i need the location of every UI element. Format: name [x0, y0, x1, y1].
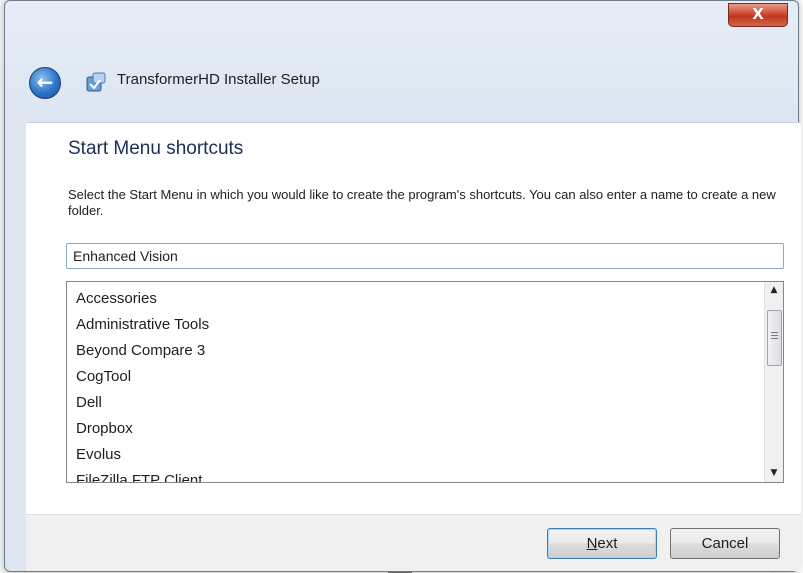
- list-item[interactable]: Beyond Compare 3: [67, 338, 757, 364]
- list-item[interactable]: CogTool: [67, 364, 757, 390]
- cancel-button-label: Cancel: [701, 535, 749, 552]
- scroll-thumb[interactable]: [767, 310, 782, 366]
- thumb-grip: [771, 338, 778, 339]
- start-menu-folder-list[interactable]: Accessories Administrative Tools Beyond Co…: [66, 281, 784, 483]
- back-button[interactable]: ←: [29, 67, 61, 99]
- thumb-grip: [771, 332, 778, 333]
- instructions-text: Select the Start Menu in which you would…: [68, 187, 776, 218]
- window-title: TransformerHD Installer Setup: [117, 71, 320, 88]
- content-panel: Start Menu shortcuts Select the Start Me…: [26, 122, 801, 514]
- back-arrow-icon: ←: [36, 70, 54, 94]
- scroll-down-arrow-icon[interactable]: ▼: [765, 465, 783, 482]
- next-button-accelerator: N: [586, 535, 598, 552]
- next-button-label: Next: [587, 535, 618, 552]
- page-title: Start Menu shortcuts: [68, 138, 244, 159]
- folder-list-scrollbar[interactable]: ▲ ▼: [764, 282, 783, 482]
- list-item[interactable]: Dell: [67, 390, 757, 416]
- list-item[interactable]: Accessories: [67, 286, 757, 312]
- close-button[interactable]: X: [728, 3, 788, 27]
- next-button-label-rest: ext: [597, 535, 618, 552]
- list-item[interactable]: Dropbox: [67, 416, 757, 442]
- list-item[interactable]: Administrative Tools: [67, 312, 757, 338]
- installer-app-icon: [86, 72, 106, 92]
- thumb-grip: [771, 335, 778, 336]
- installer-window: X ← TransformerHD Installer Setup Start …: [4, 0, 801, 572]
- list-item[interactable]: Evolus: [67, 442, 757, 468]
- cancel-button[interactable]: Cancel: [670, 528, 780, 559]
- folder-list-items: Accessories Administrative Tools Beyond Co…: [67, 286, 757, 482]
- next-button[interactable]: Next: [547, 528, 657, 559]
- close-icon: X: [752, 5, 764, 23]
- folder-name-input[interactable]: [66, 243, 784, 269]
- button-bar: Next Cancel: [26, 514, 801, 571]
- list-item[interactable]: FileZilla FTP Client: [67, 468, 757, 482]
- scroll-up-arrow-icon[interactable]: ▲: [765, 282, 783, 299]
